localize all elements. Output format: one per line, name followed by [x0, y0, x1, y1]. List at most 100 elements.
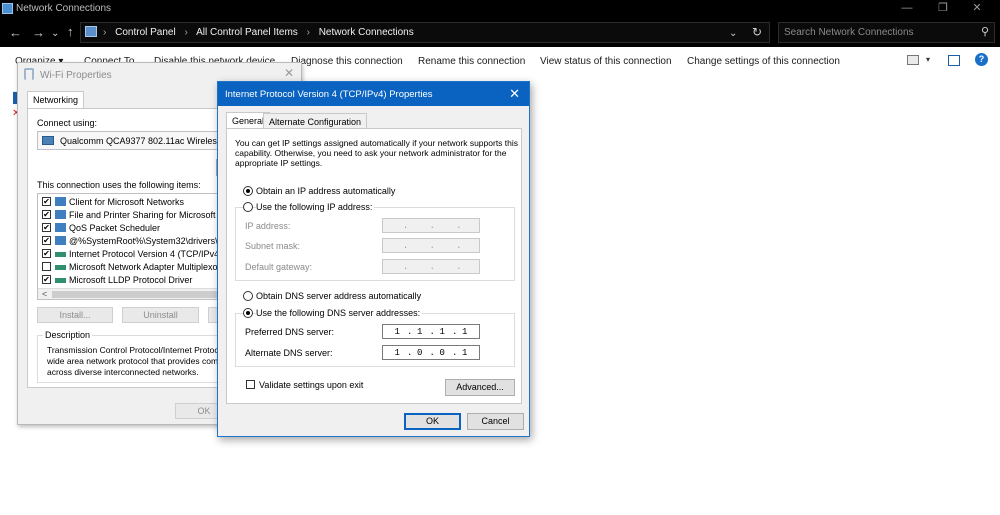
view-status-button[interactable]: View status of this connection — [540, 56, 672, 67]
subnet-mask-label: Subnet mask: — [245, 241, 301, 251]
view-options-icon[interactable] — [907, 55, 919, 65]
scrollbar-thumb[interactable] — [52, 291, 222, 298]
dns-manual-label: Use the following DNS server addresses: — [256, 308, 423, 318]
ipv4-titlebar: Internet Protocol Version 4 (TCP/IPv4) P… — [218, 82, 529, 106]
validate-label: Validate settings upon exit — [259, 380, 364, 390]
control-panel-icon — [85, 26, 97, 37]
ip-octet: 0 — [417, 347, 423, 358]
item-label: Client for Microsoft Networks — [69, 197, 185, 207]
install-button[interactable]: Install... — [37, 307, 113, 323]
explorer-titlebar: Network Connections — ❐ ✕ — [0, 0, 1000, 19]
rename-button[interactable]: Rename this connection — [418, 56, 525, 67]
item-checkbox[interactable]: ✔ — [42, 275, 51, 284]
network-service-icon — [55, 210, 66, 219]
change-settings-button[interactable]: Change settings of this connection — [687, 56, 840, 67]
subnet-mask-field[interactable]: ... — [382, 238, 480, 253]
window-title: Network Connections — [16, 3, 112, 14]
gateway-label: Default gateway: — [245, 262, 313, 272]
item-label: Microsoft LLDP Protocol Driver — [69, 275, 193, 285]
ipv4-ok-button[interactable]: OK — [404, 413, 461, 430]
search-box: ⚲ — [778, 22, 995, 43]
ip-manual-radio[interactable] — [243, 202, 253, 212]
tab-alternate-configuration[interactable]: Alternate Configuration — [263, 113, 368, 129]
item-label: QoS Packet Scheduler — [69, 223, 161, 233]
network-protocol-icon — [55, 252, 66, 257]
scroll-left-icon[interactable]: < — [42, 289, 47, 299]
diagnose-button[interactable]: Diagnose this connection — [291, 56, 403, 67]
item-checkbox[interactable] — [42, 262, 51, 271]
network-protocol-icon — [55, 278, 66, 283]
network-client-icon — [55, 197, 66, 206]
close-icon[interactable]: ✕ — [962, 0, 992, 19]
wifi-dialog-title: Wi-Fi Properties — [40, 70, 112, 81]
ip-octet: 1 — [394, 326, 400, 337]
item-checkbox[interactable]: ✔ — [42, 236, 51, 245]
ip-auto-label: Obtain an IP address automatically — [256, 186, 396, 196]
breadcrumb: › Control Panel › All Control Panel Item… — [103, 27, 414, 38]
adapter-icon — [42, 136, 54, 145]
forward-arrow-icon[interactable]: → — [32, 26, 45, 40]
refresh-icon[interactable]: ↻ — [752, 25, 762, 39]
validate-checkbox[interactable] — [246, 380, 255, 389]
gateway-field[interactable]: ... — [382, 259, 480, 274]
item-checkbox[interactable]: ✔ — [42, 210, 51, 219]
dns-manual-radio[interactable] — [243, 308, 253, 318]
ip-octet: 1 — [417, 326, 423, 337]
ip-octet: 1 — [462, 347, 468, 358]
ipv4-close-icon[interactable]: ✕ — [509, 86, 520, 102]
tab-networking[interactable]: Networking — [27, 91, 85, 109]
ip-auto-radio[interactable] — [243, 186, 253, 196]
minimize-icon[interactable]: — — [892, 0, 922, 19]
ip-address-label: IP address: — [245, 221, 291, 231]
address-dropdown-icon[interactable]: ⌄ — [729, 27, 737, 41]
item-checkbox[interactable]: ✔ — [42, 197, 51, 206]
breadcrumb-network-connections[interactable]: Network Connections — [319, 27, 414, 38]
item-label: Internet Protocol Version 4 (TCP/IPv4) — [69, 249, 223, 259]
ipv4-cancel-button[interactable]: Cancel — [467, 413, 524, 430]
recent-locations-icon[interactable]: ⌄ — [51, 27, 59, 41]
dns-auto-label: Obtain DNS server address automatically — [256, 291, 422, 301]
preferred-dns-field[interactable]: 1. 1. 1. 1 — [382, 324, 480, 339]
item-label: @%SystemRoot%\System32\drivers\l2bri — [69, 236, 235, 246]
alternate-dns-label: Alternate DNS server: — [245, 348, 333, 358]
connect-using-label: Connect using: — [37, 118, 98, 128]
up-arrow-icon[interactable]: ↑ — [67, 25, 74, 39]
ip-octet: 1 — [462, 326, 468, 337]
ip-octet: 0 — [439, 347, 445, 358]
ip-address-field[interactable]: ... — [382, 218, 480, 233]
adapter-name: Qualcomm QCA9377 802.11ac Wireless Ad — [60, 136, 235, 146]
dns-auto-radio[interactable] — [243, 291, 253, 301]
wifi-close-icon[interactable]: ✕ — [284, 66, 294, 80]
ip-manual-label: Use the following IP address: — [256, 202, 375, 212]
intro-text: You can get IP settings assigned automat… — [235, 138, 519, 168]
general-panel: You can get IP settings assigned automat… — [226, 128, 522, 404]
wifi-icon — [24, 68, 34, 80]
search-input[interactable] — [779, 23, 969, 42]
network-protocol-icon — [55, 236, 66, 245]
preferred-dns-label: Preferred DNS server: — [245, 327, 335, 337]
item-checkbox[interactable]: ✔ — [42, 249, 51, 258]
uninstall-button[interactable]: Uninstall — [122, 307, 199, 323]
items-label: This connection uses the following items… — [37, 180, 201, 190]
network-protocol-icon — [55, 265, 66, 270]
ipv4-dialog-title: Internet Protocol Version 4 (TCP/IPv4) P… — [225, 89, 433, 100]
item-label: Microsoft Network Adapter Multiplexor Pr — [69, 262, 233, 272]
ip-octet: 1 — [394, 347, 400, 358]
network-service-icon — [55, 223, 66, 232]
item-checkbox[interactable]: ✔ — [42, 223, 51, 232]
preview-pane-icon[interactable] — [948, 55, 960, 66]
description-label: Description — [43, 330, 93, 340]
breadcrumb-all-items[interactable]: All Control Panel Items — [196, 27, 298, 38]
alternate-dns-field[interactable]: 1. 0. 0. 1 — [382, 345, 480, 360]
restore-icon[interactable]: ❐ — [928, 0, 958, 19]
view-dropdown-icon[interactable]: ▾ — [926, 55, 930, 64]
breadcrumb-control-panel[interactable]: Control Panel — [115, 27, 176, 38]
advanced-button[interactable]: Advanced... — [445, 379, 515, 396]
ip-octet: 1 — [439, 326, 445, 337]
ipv4-properties-dialog: Internet Protocol Version 4 (TCP/IPv4) P… — [217, 81, 530, 437]
network-folder-icon — [2, 3, 13, 14]
search-icon[interactable]: ⚲ — [981, 25, 989, 38]
help-icon[interactable]: ? — [975, 53, 988, 66]
item-label: File and Printer Sharing for Microsoft N… — [69, 210, 239, 220]
back-arrow-icon[interactable]: ← — [9, 26, 22, 40]
